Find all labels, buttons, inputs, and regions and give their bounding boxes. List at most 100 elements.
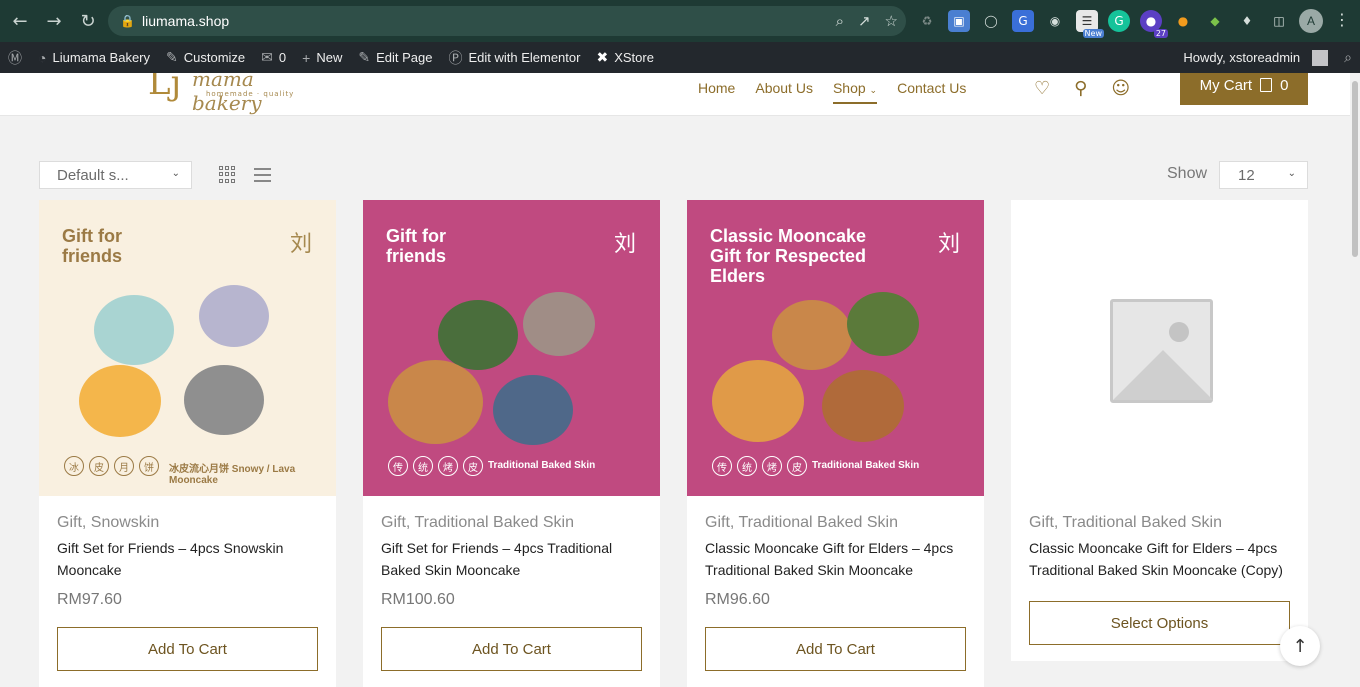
wp-customize[interactable]: ✎ Customize: [158, 42, 253, 73]
mooncake-taupe: [523, 292, 595, 356]
puzzle-icon[interactable]: ♦: [1236, 10, 1258, 32]
cart-count: 0: [1280, 76, 1289, 94]
product-image[interactable]: Classic Mooncake Gift for Respected Elde…: [687, 200, 984, 496]
recycle-icon[interactable]: ♻: [916, 10, 938, 32]
user-avatar: [1312, 49, 1329, 66]
new-extension-icon[interactable]: ☰ New: [1076, 10, 1104, 38]
sort-select[interactable]: Default s... ⌄: [39, 161, 192, 189]
menu-kebab-icon[interactable]: ⋮: [1334, 10, 1350, 29]
url-text[interactable]: liumama.shop: [142, 13, 229, 29]
grid-view-icon[interactable]: [219, 166, 236, 183]
image-footer: 冰皮流心月饼 Snowy / Lava Mooncake: [169, 464, 296, 486]
arrow-up-icon: ↑: [1292, 635, 1308, 657]
docs-icon[interactable]: ▣: [948, 10, 970, 32]
brand-mark: 刘: [289, 232, 312, 257]
logo-tagline: homemade · quality: [206, 90, 295, 98]
mooncake-blue: [493, 375, 573, 445]
plus-icon: +: [302, 49, 311, 66]
add-to-cart-button[interactable]: Add To Cart: [57, 627, 318, 671]
translate-icon[interactable]: G: [1012, 10, 1034, 32]
search-icon[interactable]: ⚲: [1074, 78, 1087, 99]
wp-comments[interactable]: ✉ 0: [253, 42, 294, 73]
wp-edit-elementor[interactable]: Ⓟ Edit with Elementor: [440, 42, 588, 73]
show-label: Show: [1167, 165, 1208, 182]
wp-site-name[interactable]: ◔ Liumama Bakery: [30, 42, 158, 73]
reload-icon[interactable]: ↻: [72, 5, 104, 37]
forward-arrow-icon[interactable]: →: [38, 5, 70, 37]
product-price: RM96.60: [705, 591, 770, 608]
elementor-icon: Ⓟ: [448, 49, 463, 66]
zoom-icon[interactable]: ⌕: [836, 12, 844, 30]
product-title[interactable]: Classic Mooncake Gift for Elders – 4pcs …: [705, 537, 971, 581]
new-badge: New: [1082, 29, 1104, 38]
site-logo[interactable]: Lj mama bakery homemade · quality: [148, 73, 318, 115]
product-category[interactable]: Gift, Traditional Baked Skin: [705, 514, 898, 532]
scroll-to-top-button[interactable]: ↑: [1280, 626, 1320, 666]
product-image[interactable]: Gift for friends 刘 冰 皮 月 饼 冰皮流心月饼 Snowy …: [39, 200, 336, 496]
my-cart-button[interactable]: My Cart 0: [1180, 73, 1308, 105]
product-title[interactable]: Gift Set for Friends – 4pcs Snowskin Moo…: [57, 537, 323, 581]
profile-avatar[interactable]: A: [1299, 9, 1323, 33]
extensions-bar: ♻ ▣ ◯ G ◉ ☰ New G ● 27 ● ◆ ♦ ◫: [916, 8, 1290, 38]
page-scrollbar[interactable]: [1350, 73, 1360, 687]
nav-contact[interactable]: Contact Us: [897, 80, 966, 96]
image-footer: Traditional Baked Skin: [812, 460, 920, 471]
comment-icon: ✉: [261, 49, 273, 65]
product-card: Gift for friends 刘 传 统 烤 皮 Traditional B…: [363, 200, 660, 687]
grammarly-icon[interactable]: G: [1108, 10, 1130, 32]
product-price: RM100.60: [381, 591, 455, 608]
mooncake-blue: [94, 295, 174, 365]
product-image[interactable]: Gift for friends 刘 传 统 烤 皮 Traditional B…: [363, 200, 660, 496]
logo-mark: Lj: [148, 73, 182, 103]
wp-admin-bar: Ⓜ ◔ Liumama Bakery ✎ Customize ✉ 0 + New ✎ Ed…: [0, 42, 1360, 73]
add-to-cart-button[interactable]: Add To Cart: [381, 627, 642, 671]
mooncake-baked: [388, 360, 483, 444]
back-arrow-icon[interactable]: ←: [4, 5, 36, 37]
xstore-icon: ✖: [596, 49, 609, 65]
product-image-placeholder[interactable]: [1011, 200, 1308, 496]
main-nav: Home About Us Shop ⌄ Contact Us: [698, 73, 966, 104]
address-bar[interactable]: 🔒 liumama.shop ⌕ ↗ ☆: [108, 6, 906, 36]
mooncake-yellow: [79, 365, 161, 437]
share-icon[interactable]: ↗: [858, 12, 871, 30]
sidebar-icon[interactable]: ◫: [1268, 10, 1290, 32]
image-footer: Traditional Baked Skin: [488, 460, 596, 471]
image-placeholder-icon: [1110, 299, 1213, 403]
product-title[interactable]: Classic Mooncake Gift for Elders – 4pcs …: [1029, 537, 1295, 581]
brand-mark: 刘: [613, 232, 636, 257]
wp-xstore[interactable]: ✖ XStore: [588, 42, 661, 73]
site-header: Lj mama bakery homemade · quality Home A…: [0, 73, 1360, 116]
wp-howdy[interactable]: Howdy, xstoreadmin: [1175, 42, 1336, 73]
color-extension-icon[interactable]: ◆: [1204, 10, 1226, 32]
bookmark-star-icon[interactable]: ☆: [885, 12, 898, 30]
camera-icon[interactable]: ◉: [1044, 10, 1066, 32]
product-category[interactable]: Gift, Traditional Baked Skin: [1029, 514, 1222, 532]
product-category[interactable]: Gift, Snowskin: [57, 514, 159, 532]
wp-edit-page[interactable]: ✎ Edit Page: [350, 42, 440, 73]
nav-home[interactable]: Home: [698, 80, 735, 96]
dashboard-icon: ◔: [38, 49, 47, 66]
select-options-button[interactable]: Select Options: [1029, 601, 1290, 645]
nav-shop[interactable]: Shop ⌄: [832, 80, 878, 104]
product-category[interactable]: Gift, Traditional Baked Skin: [381, 514, 574, 532]
orange-extension-icon[interactable]: ●: [1172, 10, 1194, 32]
per-page-select[interactable]: 12 ⌄: [1219, 161, 1308, 189]
wp-search-icon[interactable]: ⌕: [1336, 42, 1360, 73]
product-title[interactable]: Gift Set for Friends – 4pcs Traditional …: [381, 537, 647, 581]
add-to-cart-button[interactable]: Add To Cart: [705, 627, 966, 671]
shopping-bag-icon: [1260, 78, 1273, 92]
scrollbar-thumb[interactable]: [1352, 81, 1358, 257]
wishlist-heart-icon[interactable]: ♡: [1034, 78, 1050, 99]
browser-toolbar: ← → ↻ 🔒 liumama.shop ⌕ ↗ ☆ ♻ ▣ ◯ G ◉ ☰ Ne…: [0, 0, 1360, 42]
globe-icon[interactable]: ◯: [980, 10, 1002, 32]
mooncake-baked: [772, 300, 852, 370]
list-view-icon[interactable]: [254, 166, 271, 183]
mooncake-brown: [822, 370, 904, 442]
wp-new[interactable]: + New: [294, 42, 350, 73]
mooncake-purple: [199, 285, 269, 347]
badge-27-icon[interactable]: ● 27: [1140, 10, 1168, 38]
account-user-icon[interactable]: ☺: [1111, 78, 1130, 99]
wordpress-logo-icon[interactable]: Ⓜ: [0, 42, 30, 73]
nav-about[interactable]: About Us: [755, 80, 813, 96]
mooncake-grey: [184, 365, 264, 435]
